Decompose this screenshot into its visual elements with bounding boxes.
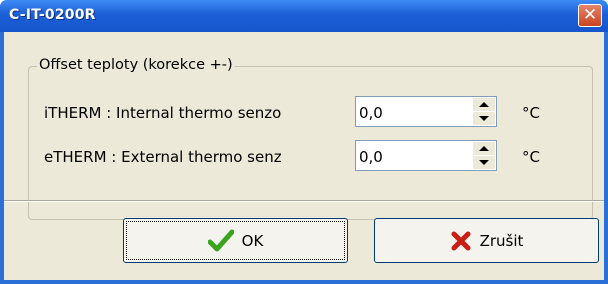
itherm-label: iTHERM : Internal thermo senzo xyxy=(44,104,282,122)
offset-groupbox xyxy=(28,66,593,220)
itherm-unit: °C xyxy=(522,104,540,122)
ok-focus-rect: OK xyxy=(126,221,345,260)
title-bar[interactable]: C-IT-0200R ✕ xyxy=(0,0,608,32)
window-title: C-IT-0200R xyxy=(9,7,96,23)
etherm-label: eTHERM : External thermo senz xyxy=(44,148,282,166)
etherm-spin-field xyxy=(355,140,497,171)
ok-button-label: OK xyxy=(241,231,264,250)
etherm-spin-up-button[interactable] xyxy=(473,142,495,155)
checkmark-icon xyxy=(207,229,234,251)
cancel-button-label: Zrušit xyxy=(479,231,524,250)
close-icon: ✕ xyxy=(582,5,598,25)
itherm-input[interactable] xyxy=(356,97,466,126)
cross-icon xyxy=(451,231,471,250)
button-separator xyxy=(4,200,604,202)
etherm-spin-down-button[interactable] xyxy=(473,156,495,169)
itherm-spinner xyxy=(473,98,495,125)
dialog-window: C-IT-0200R ✕ Offset teploty (korekce +-)… xyxy=(0,0,608,284)
groupbox-legend: Offset teploty (korekce +-) xyxy=(37,57,235,73)
dialog-client-area: Offset teploty (korekce +-) iTHERM : Int… xyxy=(4,32,604,280)
cancel-button[interactable]: Zrušit xyxy=(374,218,599,263)
etherm-input[interactable] xyxy=(356,141,466,170)
itherm-spin-field xyxy=(355,96,497,127)
etherm-spinner xyxy=(473,142,495,169)
itherm-spin-down-button[interactable] xyxy=(473,112,495,125)
itherm-spin-up-button[interactable] xyxy=(473,98,495,111)
close-button[interactable]: ✕ xyxy=(578,4,602,27)
etherm-unit: °C xyxy=(522,148,540,166)
ok-button[interactable]: OK xyxy=(123,218,348,263)
